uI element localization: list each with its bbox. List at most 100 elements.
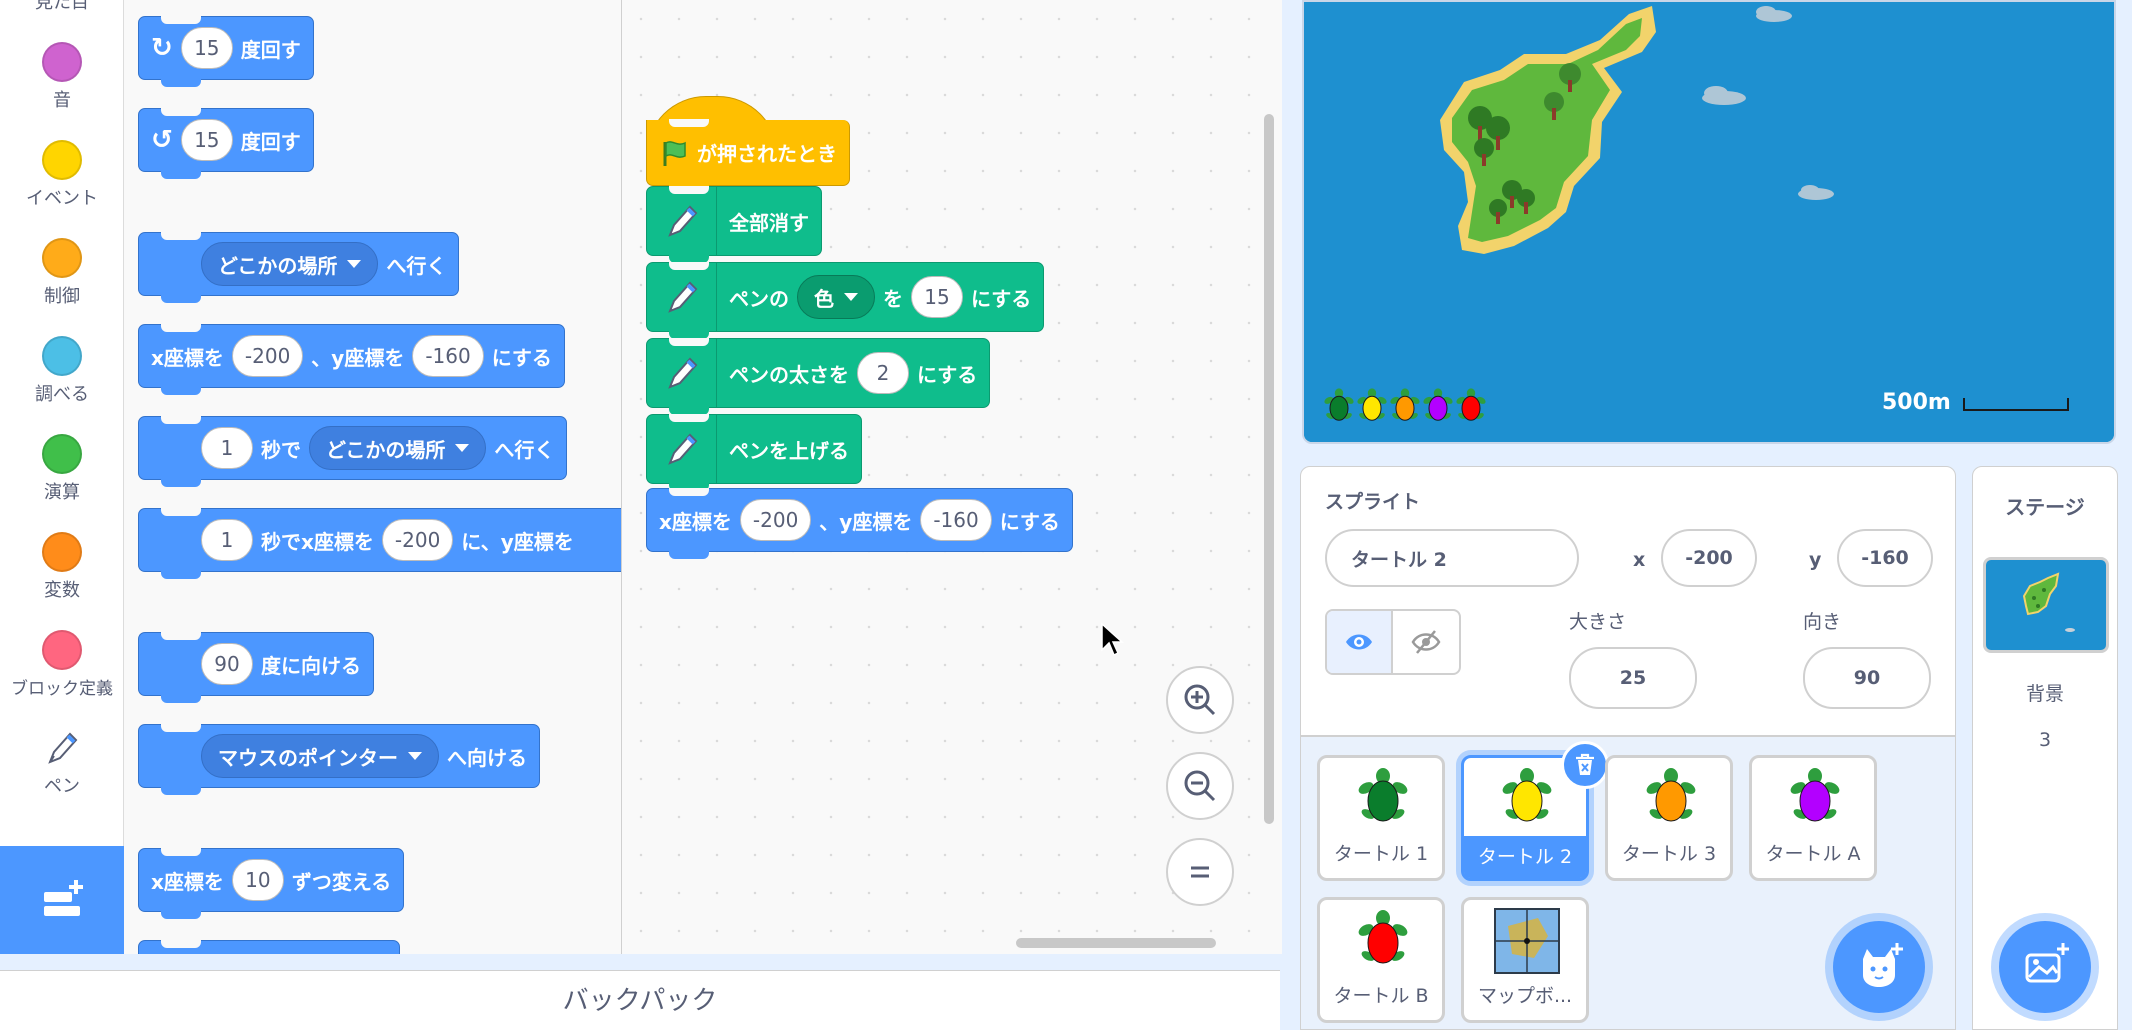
sprite-size-input[interactable]: 25 (1569, 647, 1697, 709)
stage-panel-title: ステージ (2005, 495, 2085, 519)
zoom-out-icon (1184, 770, 1216, 802)
add-extension-button[interactable] (0, 846, 124, 954)
category-sound[interactable]: 音 (0, 42, 124, 112)
category-variables[interactable]: 変数 (0, 532, 124, 602)
goto-block[interactable]: どこかの場所 へ行く (138, 232, 460, 303)
category-events[interactable]: イベント (0, 140, 124, 210)
turn-left-degrees[interactable]: 15 (180, 119, 233, 161)
control-dot-icon (42, 238, 82, 278)
sprite-name-input[interactable]: タートル 2 (1325, 529, 1579, 587)
variables-dot-icon (42, 532, 82, 572)
backdrop-count: 3 (2038, 729, 2052, 751)
turtle-icon (1790, 768, 1840, 822)
point-towards-block[interactable]: マウスのポインター へ向ける (138, 724, 540, 795)
island-map-image (1304, 2, 2114, 442)
turn-right-degrees[interactable]: 15 (180, 27, 233, 69)
set-pen-size-block[interactable]: ペンの太さを 2 にする (646, 338, 991, 415)
sprite-x-input[interactable]: -200 (1661, 529, 1757, 587)
direction-label: 向き (1803, 611, 1842, 633)
sprite-list: タートル 1 タートル 2 タートル 3 タートル A タートル B マップボ.… (1300, 736, 1956, 1030)
gotoxy-x-input[interactable]: -200 (231, 335, 304, 377)
chevron-down-icon (455, 444, 470, 452)
sprite-info-panel: スプライト タートル 2 x -200 y -160 大きさ 25 向き 90 (1300, 466, 1956, 736)
delete-sprite-button[interactable] (1561, 741, 1609, 789)
script-gotoxy-y-input[interactable]: -160 (920, 499, 992, 541)
sprite-tile-a[interactable]: タートル A (1749, 755, 1877, 881)
zoom-in-button[interactable] (1166, 666, 1234, 734)
vertical-scrollbar[interactable] (1264, 114, 1274, 824)
point-direction-block[interactable]: 90 度に向ける (138, 632, 374, 703)
glide-target-dropdown[interactable]: どこかの場所 (309, 426, 487, 470)
script-area[interactable]: が押されたとき 全部消す ペンの 色 を 15 にする ペンの太さを 2 にする… (622, 0, 1282, 954)
visibility-toggle (1325, 609, 1461, 675)
image-add-icon (2025, 943, 2069, 983)
cat-add-icon (1863, 943, 1903, 987)
glide-xy-block[interactable]: 1 秒でx座標を -200 に、y座標を (138, 508, 621, 579)
chevron-down-icon (844, 293, 858, 301)
choose-backdrop-button[interactable] (1999, 921, 2091, 1013)
set-pen-color-block[interactable]: ペンの 色 を 15 にする (646, 262, 1045, 339)
choose-sprite-button[interactable] (1833, 921, 1925, 1013)
script-gotoxy-block[interactable]: x座標を -200 、y座標を -160 にする (646, 488, 1073, 559)
sprite-tile-map[interactable]: マップボ... (1461, 897, 1589, 1023)
sprite-direction-input[interactable]: 90 (1803, 647, 1931, 709)
sprite-tile-3[interactable]: タートル 3 (1605, 755, 1733, 881)
sprite-y-input[interactable]: -160 (1837, 529, 1933, 587)
category-sensing[interactable]: 調べる (0, 336, 124, 406)
direction-input[interactable]: 90 (201, 643, 253, 685)
next-block-partial[interactable] (138, 940, 400, 954)
sensing-dot-icon (42, 336, 82, 376)
show-button[interactable] (1327, 611, 1393, 673)
gotoxy-y-input[interactable]: -160 (412, 335, 484, 377)
add-extension-icon (44, 880, 83, 916)
equals-icon (1191, 866, 1209, 878)
pen-icon (647, 339, 717, 407)
x-label: x (1633, 549, 1646, 571)
glide-secs-input[interactable]: 1 (201, 427, 253, 469)
chevron-down-icon (408, 752, 422, 760)
backpack-bar[interactable]: バックパック (0, 970, 1280, 1030)
scale-label: 500m (1882, 390, 1951, 415)
category-looks[interactable]: 見た目 (0, 0, 124, 14)
turn-right-block[interactable]: ↻ 15 度回す (138, 16, 314, 87)
turtle-sprites-icon (1324, 388, 1486, 421)
pen-param-dropdown[interactable]: 色 (797, 275, 875, 319)
sprite-title: スプライト (1325, 491, 1421, 513)
zoom-reset-button[interactable] (1166, 838, 1234, 906)
pen-up-block[interactable]: ペンを上げる (646, 414, 862, 491)
change-x-block[interactable]: x座標を 10 ずつ変える (138, 848, 405, 919)
script-gotoxy-x-input[interactable]: -200 (739, 499, 812, 541)
sprite-tile-1[interactable]: タートル 1 (1317, 755, 1445, 881)
glide-xy-secs-input[interactable]: 1 (201, 519, 253, 561)
category-operators[interactable]: 演算 (0, 434, 124, 504)
horizontal-scrollbar[interactable] (1016, 938, 1216, 948)
point-towards-dropdown[interactable]: マウスのポインター (201, 734, 439, 778)
pen-clear-block[interactable]: 全部消す (646, 186, 822, 263)
hide-button[interactable] (1393, 611, 1459, 673)
glide-to-block[interactable]: 1 秒で どこかの場所 へ行く (138, 416, 568, 487)
eye-icon (1346, 634, 1372, 650)
events-dot-icon (42, 140, 82, 180)
change-x-input[interactable]: 10 (231, 859, 284, 901)
category-pen[interactable]: ペン (0, 728, 124, 798)
category-control[interactable]: 制御 (0, 238, 124, 308)
glide-xy-x-input[interactable]: -200 (381, 519, 454, 561)
zoom-out-button[interactable] (1166, 752, 1234, 820)
stage-panel[interactable]: ステージ 背景 3 (1972, 466, 2118, 1030)
stage-turtles (1316, 382, 1496, 432)
stage-thumbnail[interactable] (1983, 557, 2109, 653)
gotoxy-block[interactable]: x座標を -200 、y座標を -160 にする (138, 324, 565, 395)
mouse-cursor-icon (1101, 622, 1124, 657)
goto-target-dropdown[interactable]: どこかの場所 (201, 242, 379, 286)
category-my-blocks[interactable]: ブロック定義 (0, 630, 124, 699)
stage-canvas[interactable]: 500m (1302, 0, 2116, 444)
pen-size-input[interactable]: 2 (857, 352, 909, 394)
sprite-tile-b[interactable]: タートル B (1317, 897, 1445, 1023)
chevron-down-icon (347, 260, 362, 268)
when-flag-clicked-block[interactable]: が押されたとき (646, 119, 850, 193)
turtle-icon (1358, 768, 1408, 822)
pen-color-value-input[interactable]: 15 (911, 276, 963, 318)
sound-dot-icon (42, 42, 82, 82)
pen-icon (48, 732, 78, 764)
turn-left-block[interactable]: ↺ 15 度回す (138, 108, 314, 179)
